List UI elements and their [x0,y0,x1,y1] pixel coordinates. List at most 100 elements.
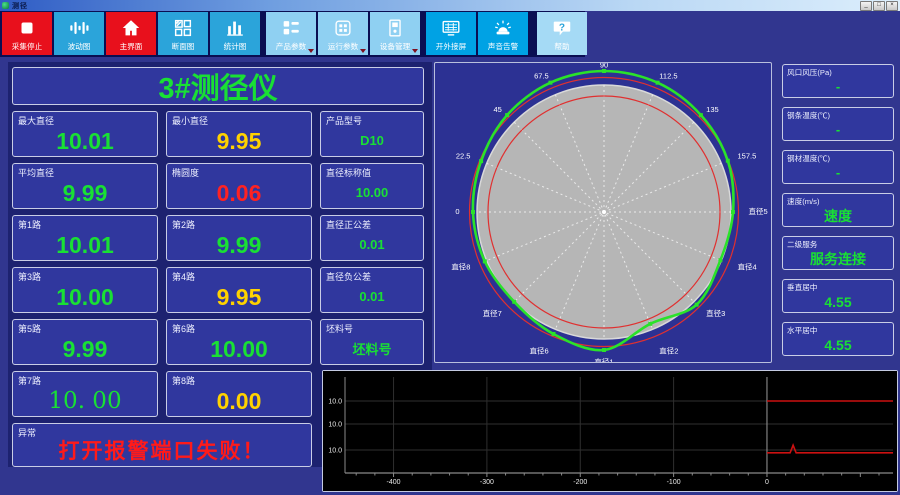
trend-y-label: 10.0 [328,422,342,429]
metric-box: 第7路 10. 00 [12,371,158,417]
trend-x-label: -100 [667,479,681,486]
toolbar-button-product-params[interactable]: 产品参数 [266,12,316,55]
close-button[interactable]: × [886,0,898,11]
metric-value: 9.99 [216,231,262,258]
maximize-button[interactable]: □ [873,0,885,11]
svg-text:?: ? [559,22,565,33]
polar-spoke-label: 直径5 [749,206,768,216]
status-value: 速度 [824,207,852,224]
polar-spoke-label: 157.5 [738,152,757,161]
status-value: - [835,79,841,94]
metric-value: 10.01 [56,231,114,258]
metric-box: 第4路 9.95 [166,267,312,313]
status-box: 钢材温度(℃) - [782,150,894,184]
metric-box: 第1路 10.01 [12,215,158,261]
toolbar-button-label: 产品参数 [275,42,307,51]
trend-chart-panel: 10.0 10.0 10.0 -400 -300 -200 -100 0 [322,370,898,492]
trend-x-label: -400 [387,479,401,486]
metric-row: 平均直径 9.99 椭圆度 0.06 直径标称值 10.00 [12,163,428,209]
trend-x-label: -200 [573,479,587,486]
status-box: 钢条温度(℃) - [782,107,894,141]
polar-spoke-label: 直径3 [706,308,725,318]
toolbar-button-label: 断面图 [171,42,195,51]
toolbar-button-statistics[interactable]: 统计图 [210,12,260,55]
metric-value: D10 [360,132,384,148]
metric-value: 坯料号 [352,341,392,357]
cross-section-chart-panel: 直径5 157.5 135 112.5 90 67.5 45 22.5 0 直径8 直径7 直径6 直径… [434,61,772,367]
metric-value: 0.00 [216,387,262,414]
dropdown-arrow-icon [308,49,314,53]
alarm-box: 异常 打开报警端口失败！ [12,423,312,467]
bar-chart-icon [224,15,246,41]
metric-value: 10.00 [355,184,389,200]
toolbar-button-run-params[interactable]: 运行参数 [318,12,368,55]
toolbar-button-device-manage[interactable]: 设备管理 [370,12,420,55]
toolbar-strip: 采集停止 波动图 主界面 断面图 统计图 产品参数 运行参数 设备管理 开外接屏… [0,11,587,57]
dropdown-arrow-icon [360,49,366,53]
metric-value: 10.00 [56,283,114,310]
toolbar-button-sound-alarm[interactable]: 声音告警 [478,12,528,55]
status-value: - [835,122,841,137]
metric-box: 产品型号 D10 [320,111,424,157]
status-box: 水平居中 4.55 [782,322,894,356]
minimize-button[interactable]: _ [860,0,872,11]
toolbar-button-help[interactable]: ? 帮助 [537,12,587,55]
toolbar-button-label: 采集停止 [11,42,43,51]
metric-box: 第2路 9.99 [166,215,312,261]
toolbar-button-external-screen[interactable]: 开外接屏 [426,12,476,55]
monitor-icon [440,15,462,41]
toolbar-button-label: 运行参数 [327,42,359,51]
status-column: 风口风压(Pa) - 钢条温度(℃) - 钢材温度(℃) - 速度(m/s) 速度 二级服务 服务… [782,64,894,365]
metric-row: 第3路 10.00 第4路 9.95 直径负公差 0.01 [12,267,428,313]
metric-box: 平均直径 9.99 [12,163,158,209]
polar-spoke-label: 直径2 [659,346,678,356]
metric-box: 第5路 9.99 [12,319,158,365]
metric-value: 9.99 [62,179,108,206]
metric-box: 第6路 10.00 [166,319,312,365]
status-value: 4.55 [824,293,852,310]
waveform-icon [68,15,90,41]
metric-box: 第8路 0.00 [166,371,312,417]
toolbar-button-label: 帮助 [554,42,570,51]
status-box: 风口风压(Pa) - [782,64,894,98]
toolbar-button-section-view[interactable]: 断面图 [158,12,208,55]
polar-spoke-label: 直径4 [738,261,757,271]
metric-box: 最小直径 9.95 [166,111,312,157]
polar-spoke-label: 112.5 [659,71,677,80]
toolbar-button-label: 统计图 [223,42,247,51]
toolbar-button-stop-capture[interactable]: 采集停止 [2,12,52,55]
window-titlebar: 测径 _ □ × [0,0,900,11]
status-box: 垂直居中 4.55 [782,279,894,313]
status-value: 服务连接 [810,250,866,267]
status-value: - [835,165,841,180]
status-box: 二级服务 服务连接 [782,236,894,270]
toolbar-button-main-screen[interactable]: 主界面 [106,12,156,55]
polar-spoke-label: 22.5 [456,152,471,161]
metric-row: 第5路 9.99 第6路 10.00 坯料号 坯料号 [12,319,428,365]
polar-spoke-label: 67.5 [534,71,549,80]
polar-spoke-label: 直径7 [483,308,502,318]
window-title: 测径 [12,2,28,10]
cross-section-chart: 直径5 157.5 135 112.5 90 67.5 45 22.5 0 直径8 直径7 直径6 直径… [451,61,768,367]
status-value: 4.55 [824,336,852,353]
app-icon [2,2,9,9]
section-grid-icon [172,15,194,41]
toolbar-button-label: 声音告警 [487,42,519,51]
metric-value: 9.95 [216,127,262,154]
gauge-title-box: 3#测径仪 [12,67,424,105]
siren-icon [492,15,514,41]
metric-value: 0.01 [359,288,385,304]
trend-x-label: -300 [480,479,494,486]
metric-box: 椭圆度 0.06 [166,163,312,209]
polar-spoke-label: 90 [600,63,608,70]
toolbar-button-label: 设备管理 [379,42,411,51]
polar-spoke-label: 直径1 [594,357,613,363]
metric-value: 10.01 [56,127,114,154]
device-panel-icon [384,15,406,41]
trend-y-label: 10.0 [328,447,342,454]
metric-value: 10.00 [210,335,268,362]
polar-spoke-label: 直径6 [530,346,549,356]
toolbar-button-wave-chart[interactable]: 波动图 [54,12,104,55]
metric-value: 9.99 [62,335,108,362]
alarm-message: 打开报警端口失败！ [58,440,266,463]
